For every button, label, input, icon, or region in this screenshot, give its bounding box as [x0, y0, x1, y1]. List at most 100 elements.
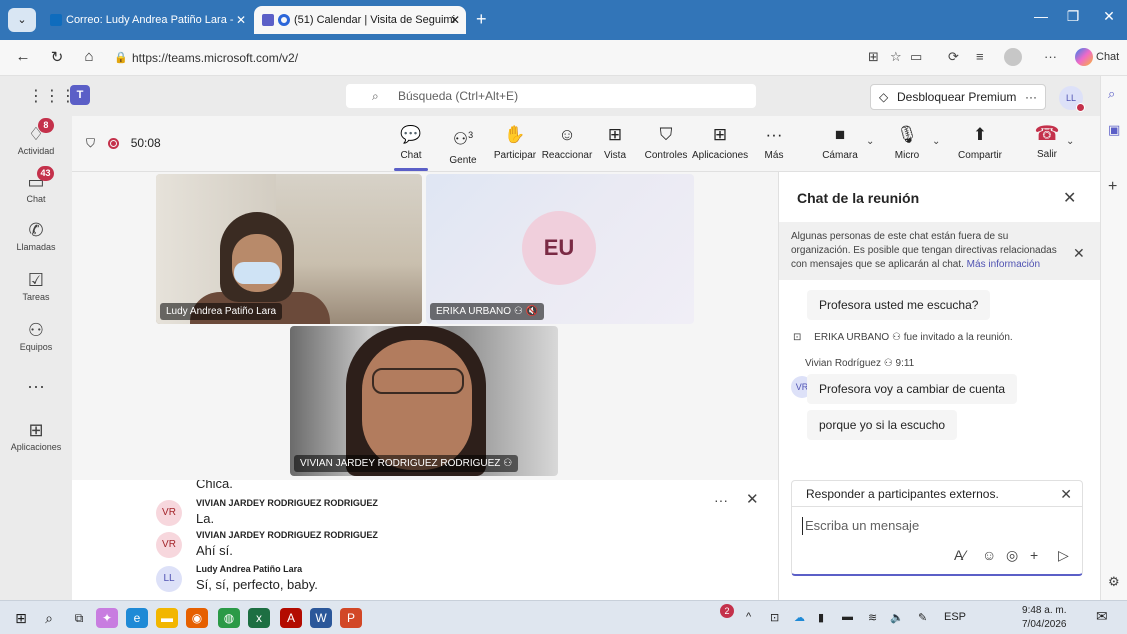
toolbar-camera-button[interactable]: ■ Cámara — [820, 124, 860, 161]
more-icon[interactable]: ··· — [1044, 49, 1057, 64]
close-panel-icon[interactable]: ✕ — [1063, 188, 1076, 208]
profile-icon[interactable] — [1004, 48, 1022, 66]
volume-icon[interactable]: 🔈 — [890, 611, 904, 624]
refresh-icon[interactable]: ↻ — [46, 48, 68, 66]
toolbar-react-button[interactable]: ☺ Reaccionar — [540, 124, 594, 161]
favorite-icon[interactable]: ☆ — [890, 49, 902, 65]
tab-actions-menu[interactable]: ⌄ — [8, 8, 36, 32]
toolbar-label: Chat — [400, 150, 422, 161]
settings-icon[interactable]: ⚙ — [1108, 574, 1120, 590]
toolbar-label: Más — [764, 150, 784, 161]
powerpoint-icon[interactable]: P — [340, 608, 362, 628]
emoji-icon[interactable]: ☺ — [982, 547, 996, 563]
rail-item-actividad[interactable]: ♢ 8 Actividad — [0, 118, 72, 156]
toolbar-apps-button[interactable]: ⊞ Aplicaciones — [692, 124, 748, 161]
onedrive-icon[interactable]: ☁ — [794, 611, 805, 624]
app-launcher-icon[interactable]: ⋮⋮⋮ — [28, 86, 76, 106]
edge-icon[interactable]: e — [126, 608, 148, 628]
chrome-icon[interactable]: ◍ — [218, 608, 240, 628]
apps-grid-icon[interactable]: ⊞ — [868, 49, 879, 65]
captions-close-icon[interactable]: ✕ — [746, 490, 759, 508]
toolbar-controls-button[interactable]: ⛉ Controles — [644, 124, 688, 161]
toolbar-more-button[interactable]: ··· Más — [762, 124, 786, 161]
close-window-icon[interactable]: ✕ — [1094, 8, 1124, 25]
browser-tab-teams[interactable]: (51) Calendar | Visita de Seguimi ✕ — [254, 6, 466, 34]
pen-icon[interactable]: ✎ — [918, 611, 927, 624]
wifi-icon[interactable]: ≋ — [868, 611, 877, 624]
restore-icon[interactable]: ❐ — [1058, 8, 1088, 25]
leave-options-chevron-icon[interactable]: ⌄ — [1066, 136, 1074, 147]
participant-name: Ludy Andrea Patiño Lara — [160, 303, 283, 320]
language-indicator[interactable]: ESP — [944, 611, 966, 623]
battery-icon[interactable]: ▬ — [842, 611, 853, 623]
copilot-icon[interactable] — [1075, 48, 1093, 66]
rail-item-equipos[interactable]: ⚇ Equipos — [0, 320, 72, 352]
rail-item-more[interactable]: ··· — [0, 376, 72, 396]
browser-tab-mail[interactable]: Correo: Ludy Andrea Patiño Lara - ✕ — [44, 6, 252, 34]
home-icon[interactable]: ⌂ — [78, 48, 100, 65]
notifications-icon[interactable]: ✉ — [1096, 608, 1108, 625]
rail-item-llamadas[interactable]: ✆ Llamadas — [0, 220, 72, 252]
split-screen-icon[interactable]: ▭ — [910, 49, 922, 65]
avatar-initials: LL — [1065, 93, 1076, 103]
toolbar-people-button[interactable]: ⚇3 Gente — [446, 124, 480, 166]
close-tab-icon[interactable]: ✕ — [450, 6, 460, 34]
video-tile-vivian[interactable]: VIVIAN JARDEY RODRIGUEZ RODRIGUEZ ⚇ — [290, 326, 558, 476]
more-info-link[interactable]: Más información — [967, 259, 1040, 270]
clock[interactable]: 9:48 a. m. 7/04/2026 — [1022, 604, 1067, 632]
send-icon[interactable]: ▷ — [1058, 547, 1069, 564]
more-icon[interactable]: ··· — [1025, 85, 1037, 109]
chat-message: porque yo si la escucho — [807, 410, 958, 440]
teams-icon[interactable]: ▣ — [1108, 122, 1120, 138]
url-field[interactable]: 🔒 https://teams.microsoft.com/v2/ — [110, 46, 850, 70]
file-explorer-icon[interactable]: ▬ — [156, 608, 178, 628]
add-icon[interactable]: + — [1108, 178, 1117, 196]
unlock-premium-button[interactable]: ◇ Desbloquear Premium ··· — [870, 84, 1046, 110]
back-icon[interactable]: ← — [12, 48, 34, 65]
message-input[interactable]: Escriba un mensaje — [802, 517, 919, 535]
shield-icon[interactable]: ⛉ — [86, 136, 95, 151]
share-icon: ⬆ — [972, 125, 988, 144]
app-rail: ♢ 8 Actividad ▭ 43 Chat ✆ Llamadas ☑ Tarea… — [0, 116, 72, 600]
tray-app-icon[interactable]: ⊡ — [770, 611, 779, 624]
captions-more-icon[interactable]: ··· — [714, 492, 728, 508]
more-icon: ··· — [765, 125, 783, 144]
close-tab-icon[interactable]: ✕ — [236, 6, 246, 34]
rail-item-tareas[interactable]: ☑ Tareas — [0, 270, 72, 302]
toolbar-view-button[interactable]: ⊞ Vista — [600, 124, 630, 161]
word-icon[interactable]: W — [310, 608, 332, 628]
chevron-up-icon[interactable]: ^ — [746, 611, 751, 623]
search-input[interactable]: ⌕ Búsqueda (Ctrl+Alt+E) — [346, 84, 756, 108]
extensions-icon[interactable]: ⟳ — [948, 49, 959, 65]
toolbar-share-button[interactable]: ⬆ Compartir — [952, 124, 1008, 161]
video-tile-erika[interactable]: EU ERIKA URBANO ⚇ 🔇 — [426, 174, 694, 324]
toolbar-raise-hand-button[interactable]: ✋ Participar — [490, 124, 540, 161]
minimize-icon[interactable]: — — [1026, 8, 1056, 24]
loop-icon[interactable]: ◎ — [1006, 547, 1018, 564]
mic-options-chevron-icon[interactable]: ⌄ — [932, 136, 940, 147]
excel-icon[interactable]: x — [248, 608, 270, 628]
video-tile-ludy[interactable]: Ludy Andrea Patiño Lara — [156, 174, 422, 324]
dismiss-notice-icon[interactable]: ✕ — [1073, 246, 1085, 260]
usb-icon[interactable]: ▮ — [818, 611, 824, 624]
new-tab-button[interactable]: + — [476, 8, 487, 30]
search-icon[interactable]: ⌕ — [1108, 86, 1115, 102]
user-avatar[interactable]: LL — [1059, 86, 1085, 112]
toolbar-mic-button[interactable]: 🎙 Micro — [892, 124, 922, 161]
acrobat-icon[interactable]: A — [280, 608, 302, 628]
rail-item-chat[interactable]: ▭ 43 Chat — [0, 166, 72, 204]
camera-options-chevron-icon[interactable]: ⌄ — [866, 136, 874, 147]
tab-title: (51) Calendar | Visita de Seguimi — [294, 14, 456, 26]
rail-item-aplicaciones[interactable]: ⊞ Aplicaciones — [0, 420, 72, 452]
format-icon[interactable]: A⁄ — [954, 547, 966, 563]
search-icon[interactable]: ⌕ — [38, 608, 60, 628]
firefox-icon[interactable]: ◉ — [186, 608, 208, 628]
start-icon[interactable]: ⊞ — [10, 608, 32, 628]
task-view-icon[interactable]: ⧉ — [68, 608, 90, 628]
favorites-bar-icon[interactable]: ≡ — [976, 49, 984, 64]
close-icon[interactable]: ✕ — [1060, 481, 1072, 507]
toolbar-chat-button[interactable]: 💬 Chat — [394, 124, 428, 171]
copilot-chat-link[interactable]: Chat — [1096, 51, 1119, 63]
copilot-icon[interactable]: ✦ — [96, 608, 118, 628]
attach-icon[interactable]: + — [1030, 547, 1038, 563]
